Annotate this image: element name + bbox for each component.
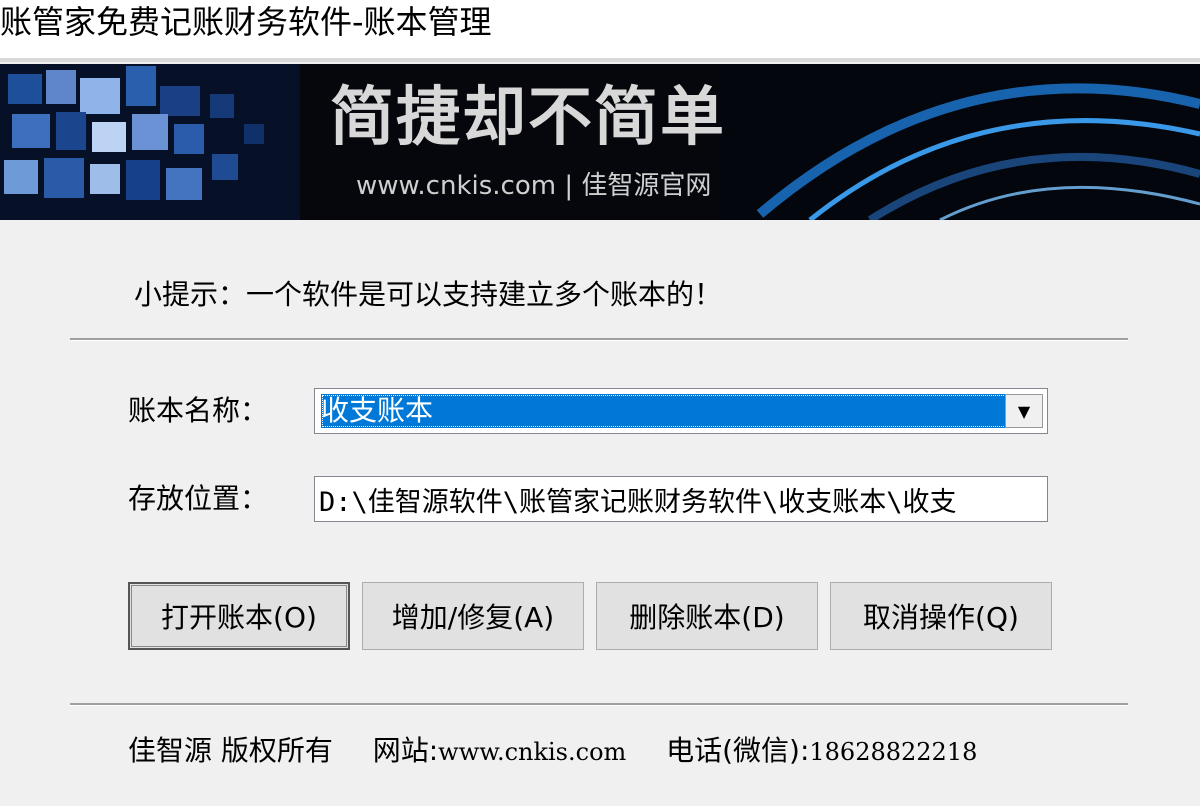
banner-website: www.cnkis.com | 佳智源官网 [356, 171, 712, 201]
location-label: 存放位置： [128, 482, 269, 515]
website-link: www.cnkis.com [438, 738, 627, 766]
light-arc-graphic [720, 64, 1200, 220]
ledger-name-label: 账本名称： [128, 394, 269, 427]
mosaic-graphic [0, 64, 300, 220]
location-field-box[interactable] [314, 476, 1048, 522]
ledger-name-selected[interactable]: 收支账本 [321, 394, 1011, 428]
cancel-button[interactable]: 取消操作(Q) [830, 582, 1052, 650]
open-ledger-button[interactable]: 打开账本(O) [128, 582, 350, 650]
ledger-name-dropdown[interactable]: 收支账本 ▼ [314, 388, 1048, 434]
website-label: 网站: [372, 734, 439, 767]
add-repair-button[interactable]: 增加/修复(A) [362, 582, 584, 650]
delete-ledger-button[interactable]: 删除账本(D) [596, 582, 818, 650]
separator-bottom [70, 703, 1128, 706]
location-field[interactable] [315, 477, 1047, 521]
dropdown-arrow-icon[interactable]: ▼ [1005, 394, 1043, 428]
title-bar: 账管家免费记账财务软件-账本管理 [0, 0, 1200, 62]
phone-number: 18628822218 [809, 738, 978, 766]
copyright-text: 佳智源 版权所有 [128, 734, 333, 767]
banner-slogan: 简捷却不简单 [330, 80, 726, 155]
phone-label: 电话(微信): [666, 734, 810, 767]
footer: 佳智源 版权所有 网站:www.cnkis.com 电话(微信):1862882… [128, 733, 977, 770]
separator-top [70, 338, 1128, 341]
window-title: 账管家免费记账财务软件-账本管理 [0, 3, 492, 41]
title-bar-border [0, 58, 1200, 62]
tip-text: 小提示：一个软件是可以支持建立多个账本的！ [134, 278, 723, 311]
